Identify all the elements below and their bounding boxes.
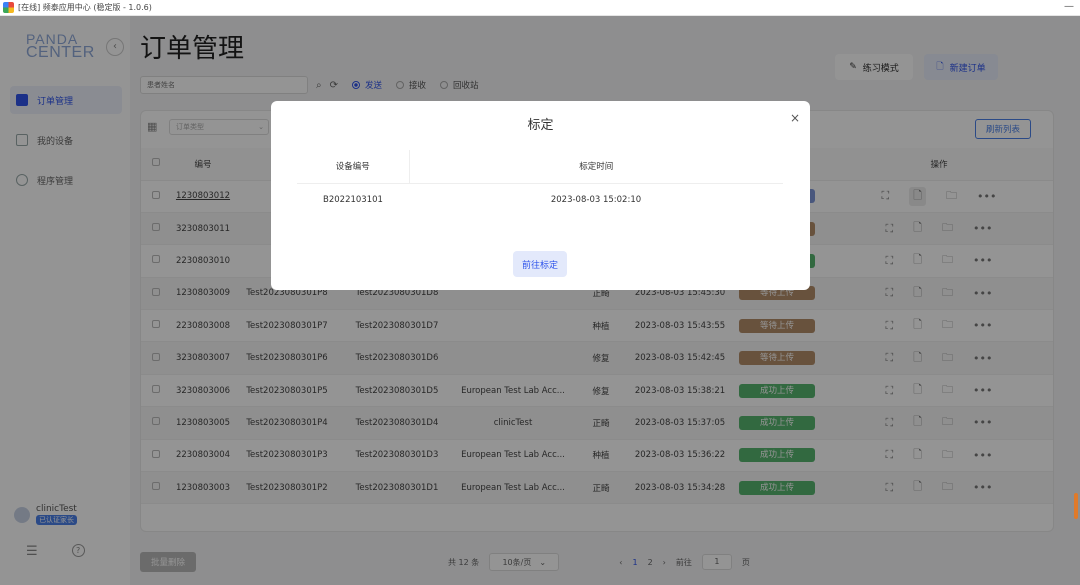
go-calibrate-button[interactable]: 前往标定: [513, 251, 567, 277]
header-calibration-time: 标定时间: [409, 150, 783, 184]
header-device-number: 设备编号: [297, 150, 410, 184]
device-number: B2022103101: [323, 194, 383, 205]
scrollbar-thumb[interactable]: [1074, 493, 1078, 519]
minimize-button[interactable]: —: [1064, 1, 1074, 12]
calibration-table: 设备编号 标定时间 B2022103101 2023-08-03 15:02:1…: [297, 150, 783, 216]
app-icon: [3, 2, 14, 13]
calibration-modal: 标定 × 设备编号 标定时间 B2022103101 2023-08-03 15…: [271, 101, 810, 290]
calibration-time: 2023-08-03 15:02:10: [550, 194, 642, 205]
close-icon[interactable]: ×: [790, 111, 800, 125]
window-title: [在线] 频泰应用中心 (稳定版 - 1.0.6): [18, 3, 152, 12]
window-titlebar: [在线] 频泰应用中心 (稳定版 - 1.0.6) —: [0, 0, 1080, 16]
table-row: B2022103101 2023-08-03 15:02:10: [297, 183, 783, 216]
modal-title: 标定: [527, 118, 554, 133]
